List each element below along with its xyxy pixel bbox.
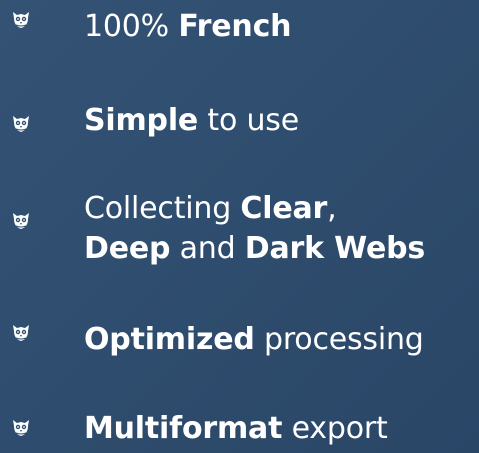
feature-text-part: to use xyxy=(198,103,299,138)
owl-icon xyxy=(13,213,29,229)
feature-text-part: processing xyxy=(254,322,424,357)
owl-icon xyxy=(13,116,29,132)
owl-icon xyxy=(13,420,29,436)
feature-text-part: Collecting xyxy=(84,191,241,226)
feature-text-part: Dark Webs xyxy=(244,231,426,266)
feature-list: 100% French Simple to use Collecting Cle… xyxy=(0,0,479,453)
feature-text-part: , xyxy=(327,191,337,226)
feature-text-part: French xyxy=(178,9,292,44)
feature-text-part: 100% xyxy=(84,9,179,44)
feature-text-part: Multiformat xyxy=(84,411,283,446)
feature-text-part: Clear xyxy=(240,191,328,226)
feature-text-part: Optimized xyxy=(84,322,255,357)
feature-text-part: Deep xyxy=(84,231,171,266)
feature-text-part: export xyxy=(282,411,388,446)
feature-text-part: Simple xyxy=(84,103,199,138)
owl-icon xyxy=(13,12,29,28)
feature-text-part: and xyxy=(170,231,245,266)
owl-icon xyxy=(13,325,29,341)
